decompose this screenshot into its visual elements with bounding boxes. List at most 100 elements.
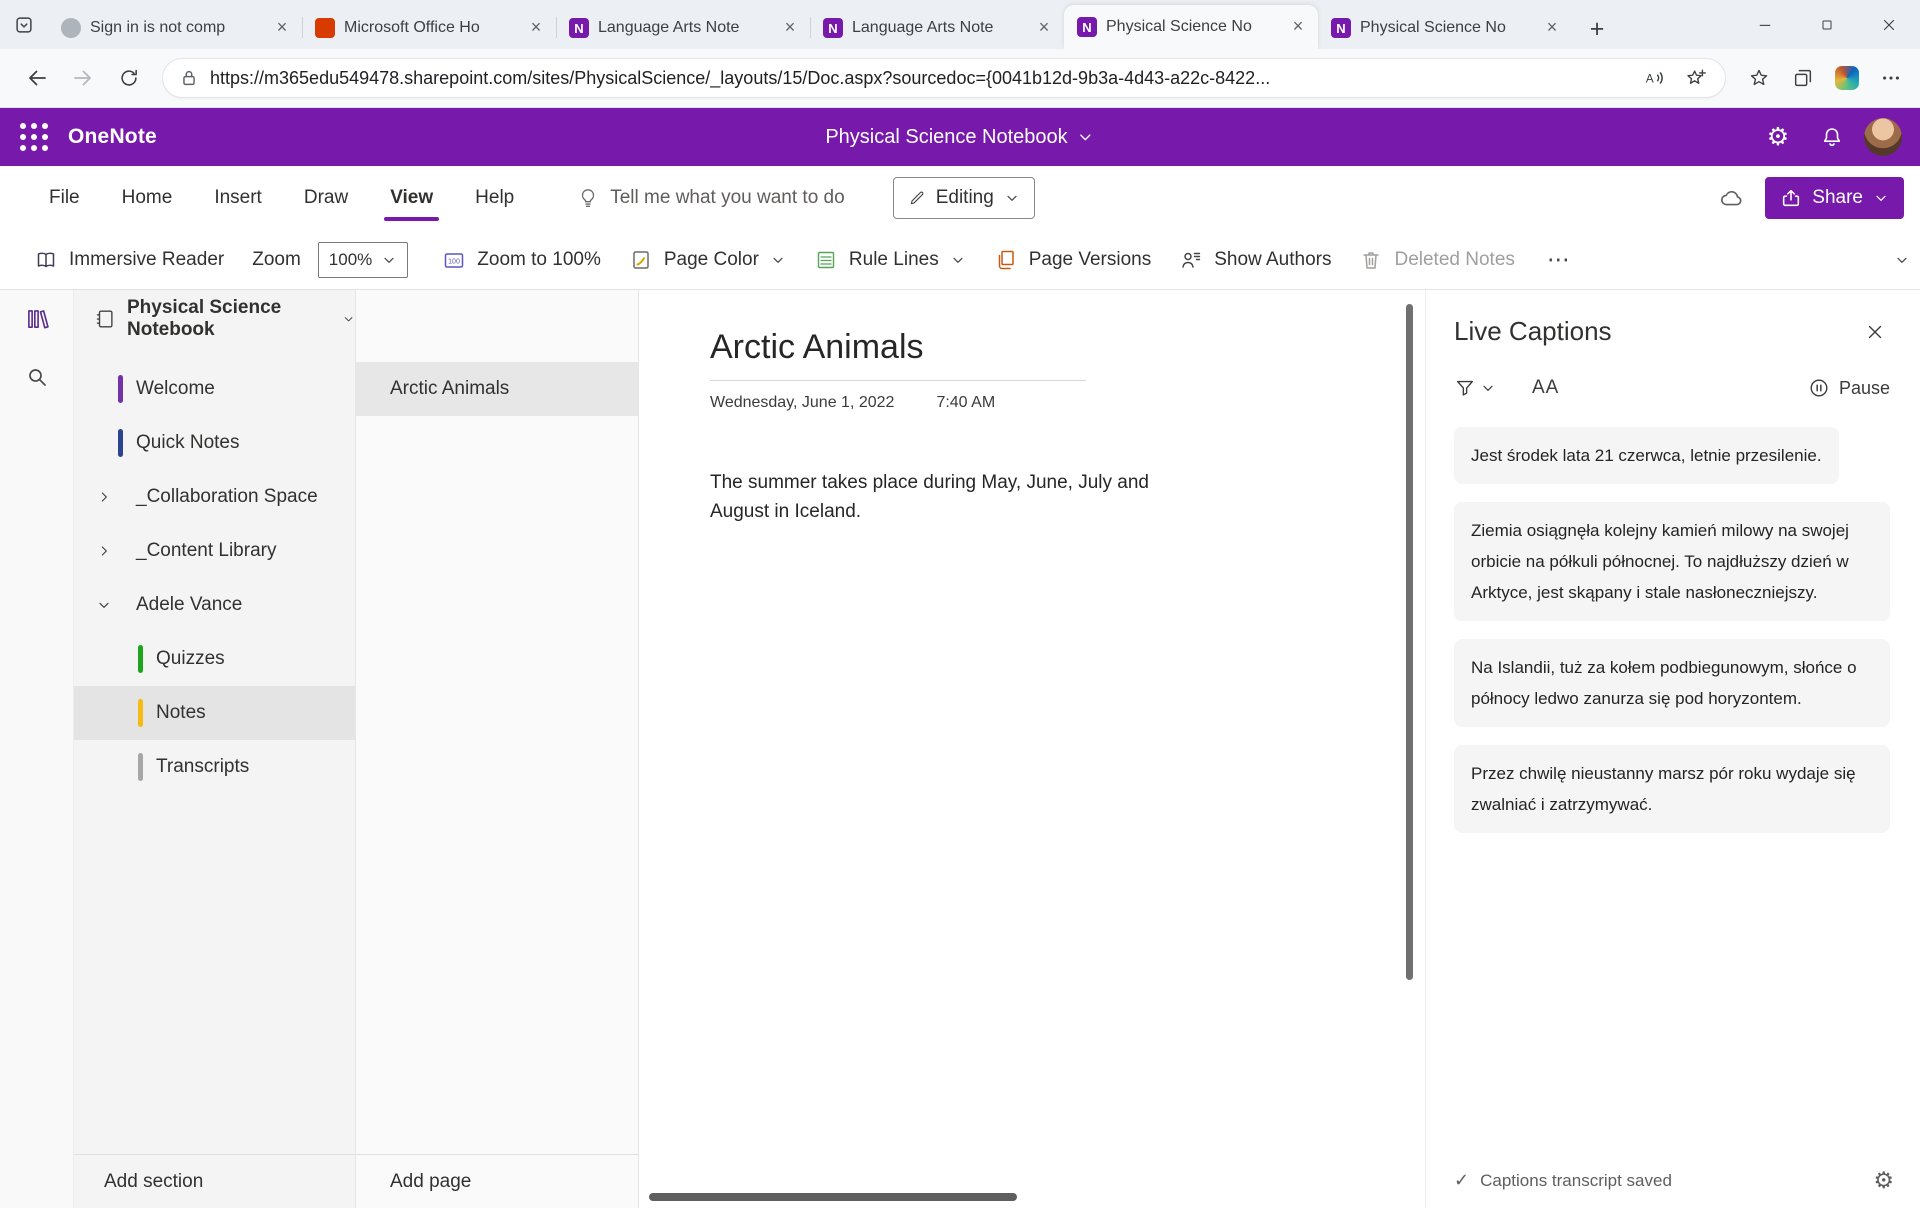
menu-insert[interactable]: Insert bbox=[193, 166, 283, 230]
tab-close-icon[interactable]: × bbox=[778, 16, 802, 40]
maximize-button[interactable] bbox=[1796, 0, 1858, 49]
tab-strip: Sign in is not comp × Microsoft Office H… bbox=[48, 0, 1618, 49]
browser-tab-physical-science-active[interactable]: Physical Science No × bbox=[1064, 5, 1318, 49]
notebook-title-dropdown[interactable]: Physical Science Notebook bbox=[825, 126, 1094, 149]
tab-close-icon[interactable]: × bbox=[1032, 16, 1056, 40]
navigation-panes-icon[interactable] bbox=[0, 290, 74, 348]
add-section-button[interactable]: Add section bbox=[74, 1154, 355, 1208]
chevron-down-icon[interactable] bbox=[90, 597, 118, 613]
font-size-icon[interactable]: AA bbox=[1532, 377, 1559, 399]
close-captions-icon[interactable] bbox=[1860, 317, 1890, 347]
immersive-reader-button[interactable]: Immersive Reader bbox=[20, 230, 238, 289]
section-label: Notes bbox=[156, 702, 206, 724]
toolbar-more-icon[interactable]: ⋯ bbox=[1529, 246, 1588, 273]
section-quick-notes[interactable]: Quick Notes bbox=[74, 416, 355, 470]
tab-close-icon[interactable]: × bbox=[1286, 15, 1310, 39]
live-captions-title: Live Captions bbox=[1454, 316, 1612, 347]
collections-icon[interactable] bbox=[1782, 57, 1824, 99]
page-color-icon bbox=[629, 248, 653, 272]
page-versions-icon bbox=[994, 248, 1018, 272]
browser-tab-signin[interactable]: Sign in is not comp × bbox=[48, 7, 302, 49]
caption-list: Jest środek lata 21 czerwca, letnie prze… bbox=[1454, 427, 1890, 833]
section-label: Quick Notes bbox=[136, 432, 239, 454]
browser-tab-language-arts-2[interactable]: Language Arts Note × bbox=[810, 7, 1064, 49]
menu-home[interactable]: Home bbox=[101, 166, 194, 230]
zoom-level-dropdown[interactable]: 100% bbox=[318, 242, 408, 278]
tab-close-icon[interactable]: × bbox=[1540, 16, 1564, 40]
editing-mode-dropdown[interactable]: Editing bbox=[893, 177, 1035, 219]
settings-gear-icon[interactable]: ⚙ bbox=[1756, 115, 1800, 159]
section-group-collaboration-space[interactable]: _Collaboration Space bbox=[74, 470, 355, 524]
tab-close-icon[interactable]: × bbox=[270, 16, 294, 40]
page-title[interactable]: Arctic Animals bbox=[710, 328, 1425, 367]
search-icon[interactable] bbox=[0, 348, 74, 406]
sync-status-cloud-icon[interactable] bbox=[1709, 175, 1755, 221]
menu-help[interactable]: Help bbox=[454, 166, 535, 230]
user-avatar[interactable] bbox=[1864, 118, 1902, 156]
forward-button[interactable] bbox=[60, 55, 106, 101]
tab-actions-button[interactable] bbox=[0, 0, 48, 49]
sections-pane: Physical Science Notebook Welcome Quick … bbox=[74, 290, 356, 1208]
url-text[interactable]: https://m365edu549478.sharepoint.com/sit… bbox=[210, 68, 1633, 89]
profile-icon[interactable] bbox=[1826, 57, 1868, 99]
new-tab-button[interactable]: + bbox=[1576, 9, 1618, 49]
refresh-button[interactable] bbox=[106, 55, 152, 101]
browser-tab-physical-science-2[interactable]: Physical Science No × bbox=[1318, 7, 1572, 49]
section-notes-selected[interactable]: Notes bbox=[74, 686, 355, 740]
address-bar-actions bbox=[1738, 57, 1912, 99]
vertical-scrollbar[interactable] bbox=[1406, 304, 1413, 980]
add-favorite-icon[interactable] bbox=[1675, 57, 1717, 99]
section-group-content-library[interactable]: _Content Library bbox=[74, 524, 355, 578]
read-aloud-icon[interactable] bbox=[1633, 57, 1675, 99]
tab-close-icon[interactable]: × bbox=[524, 16, 548, 40]
show-authors-button[interactable]: Show Authors bbox=[1165, 230, 1345, 289]
pause-captions-button[interactable]: Pause bbox=[1808, 377, 1890, 399]
add-page-button[interactable]: Add page bbox=[356, 1154, 638, 1208]
section-quizzes[interactable]: Quizzes bbox=[74, 632, 355, 686]
zoom-to-100-button[interactable]: Zoom to 100% bbox=[428, 230, 615, 289]
horizontal-scrollbar[interactable] bbox=[649, 1193, 1017, 1201]
rule-lines-button[interactable]: Rule Lines bbox=[800, 230, 980, 289]
share-button[interactable]: Share bbox=[1765, 177, 1904, 219]
note-text[interactable]: The summer takes place during May, June,… bbox=[710, 468, 1210, 526]
captions-settings-gear-icon[interactable]: ⚙ bbox=[1873, 1169, 1894, 1192]
notifications-bell-icon[interactable] bbox=[1810, 115, 1854, 159]
page-color-button[interactable]: Page Color bbox=[615, 230, 800, 289]
menu-file[interactable]: File bbox=[28, 166, 101, 230]
deleted-notes-trash-icon bbox=[1359, 248, 1383, 272]
rule-lines-label: Rule Lines bbox=[849, 249, 939, 271]
browser-address-bar: https://m365edu549478.sharepoint.com/sit… bbox=[0, 49, 1920, 108]
section-group-adele-vance[interactable]: Adele Vance bbox=[74, 578, 355, 632]
onenote-favicon-icon bbox=[823, 18, 843, 38]
page-versions-button[interactable]: Page Versions bbox=[980, 230, 1166, 289]
page-item-arctic-animals[interactable]: Arctic Animals bbox=[356, 362, 638, 416]
lock-icon[interactable] bbox=[178, 67, 200, 89]
section-label: Welcome bbox=[136, 378, 215, 400]
ribbon-menu-bar: File Home Insert Draw View Help Tell me … bbox=[0, 166, 1920, 230]
lightbulb-icon bbox=[577, 187, 599, 209]
browser-tab-office-home[interactable]: Microsoft Office Ho × bbox=[302, 7, 556, 49]
browser-settings-icon[interactable] bbox=[1870, 57, 1912, 99]
back-button[interactable] bbox=[14, 55, 60, 101]
caption-language-dropdown[interactable] bbox=[1454, 377, 1496, 399]
note-canvas[interactable]: Arctic Animals Wednesday, June 1, 2022 7… bbox=[639, 290, 1425, 1208]
tell-me-search[interactable]: Tell me what you want to do bbox=[577, 187, 844, 209]
close-window-button[interactable] bbox=[1858, 0, 1920, 49]
notebook-header-dropdown[interactable]: Physical Science Notebook bbox=[74, 290, 355, 348]
menu-view[interactable]: View bbox=[369, 166, 454, 230]
browser-tab-language-arts-1[interactable]: Language Arts Note × bbox=[556, 7, 810, 49]
chevron-right-icon[interactable] bbox=[90, 543, 118, 559]
favorites-icon[interactable] bbox=[1738, 57, 1780, 99]
minimize-button[interactable] bbox=[1734, 0, 1796, 49]
section-label: Transcripts bbox=[156, 756, 249, 778]
section-transcripts[interactable]: Transcripts bbox=[74, 740, 355, 794]
deleted-notes-button[interactable]: Deleted Notes bbox=[1345, 230, 1528, 289]
chevron-right-icon[interactable] bbox=[90, 489, 118, 505]
url-field[interactable]: https://m365edu549478.sharepoint.com/sit… bbox=[162, 58, 1726, 98]
ribbon-collapse-icon[interactable] bbox=[1894, 252, 1910, 268]
app-name: OneNote bbox=[68, 125, 157, 149]
section-color-bar bbox=[138, 753, 143, 781]
section-welcome[interactable]: Welcome bbox=[74, 362, 355, 416]
menu-draw[interactable]: Draw bbox=[283, 166, 369, 230]
app-launcher-icon[interactable] bbox=[10, 113, 58, 161]
